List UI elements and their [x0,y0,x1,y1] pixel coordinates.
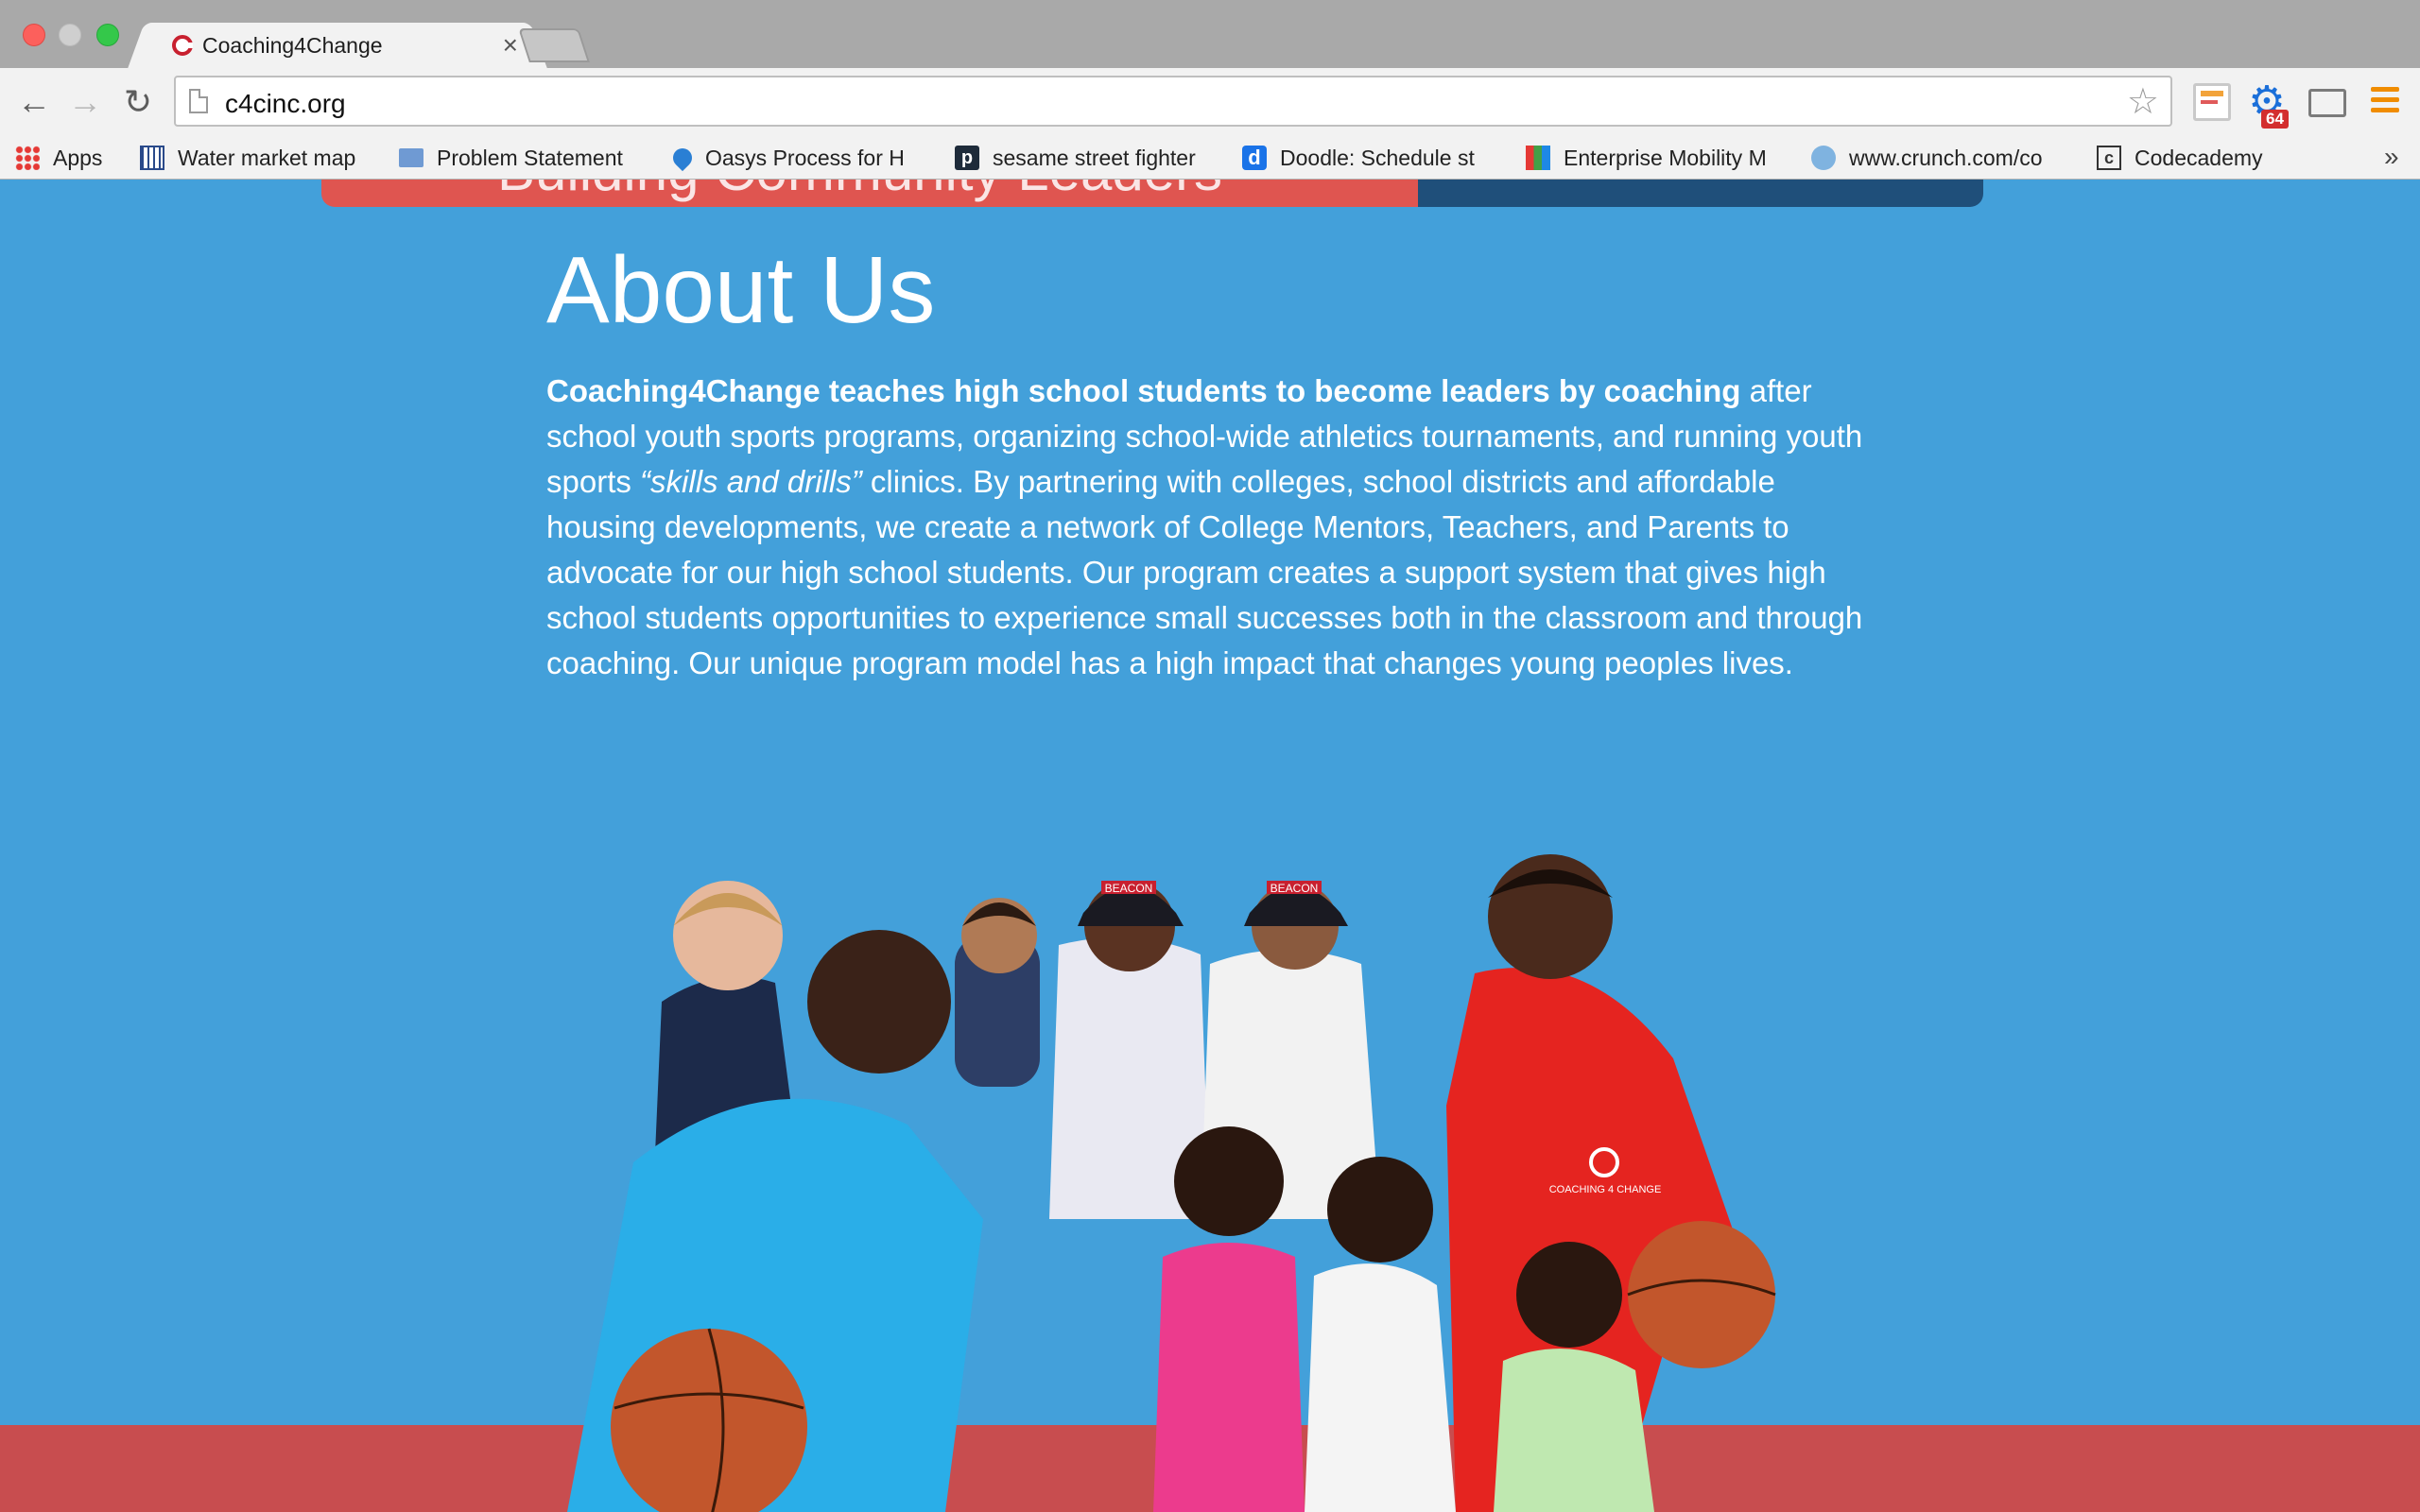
bookmark-doodle[interactable]: d Doodle: Schedule st [1242,136,1497,180]
doodle-icon: d [1242,146,1267,170]
tab-close-icon[interactable]: × [503,30,518,60]
bookmark-label: www.crunch.com/co [1849,145,2043,170]
about-italic-text: “skills and drills” [640,464,862,499]
tab-title: Coaching4Change [202,32,383,58]
cap-text: BEACON [1270,882,1319,895]
extension-notes-icon[interactable] [2193,83,2231,121]
team-huddle-photo: BEACON BEACON COACHING 4 CHANGE [548,822,1862,1512]
close-window-button[interactable] [23,24,45,46]
bookmark-label: Oasys Process for H [705,145,905,170]
cast-icon[interactable] [2308,89,2346,117]
bookmark-star-icon[interactable]: ☆ [2127,83,2159,121]
tab-strip: Coaching4Change × [0,0,2420,68]
grid-map-icon [140,146,164,170]
minimize-window-button[interactable] [59,24,81,46]
bookmark-label: Doodle: Schedule st [1280,145,1475,170]
menu-hamburger-icon[interactable] [2371,87,2399,118]
bookmark-water-market-map[interactable]: Water market map [140,136,355,180]
team-huddle-illustration: BEACON BEACON COACHING 4 CHANGE [567,854,1776,1512]
bookmark-oasys-process[interactable]: Oasys Process for H [673,136,928,180]
forward-arrow-icon[interactable]: → [64,81,106,123]
bookmark-label: Enterprise Mobility M [1564,145,1767,170]
bookmark-codecademy[interactable]: c Codecademy [2097,136,2263,180]
folder-icon [399,148,424,167]
page-icon [189,89,208,113]
bookmark-sesame-street-fighter[interactable]: p sesame street fighter [955,136,1212,180]
banner-heading: Building Community Leaders [497,180,1222,203]
bookmarks-bar: Apps Water market map Problem Statement … [0,136,2420,180]
shirt-logo-text: COACHING 4 CHANGE [1549,1184,1662,1195]
reload-icon[interactable]: ↻ [117,81,159,123]
basketball-right [1628,1221,1775,1368]
drop-icon [673,144,697,172]
back-arrow-icon[interactable]: ← [13,81,55,123]
page-viewport: Building Community Leaders About Us Coac… [0,180,2420,1512]
about-us-heading: About Us [546,237,936,343]
about-us-body: Coaching4Change teaches high school stud… [546,369,1889,686]
p-logo-icon: p [955,146,979,170]
new-tab-button[interactable] [518,28,590,62]
globe-icon [1811,146,1836,170]
banner-navy-panel [1418,180,1983,207]
zoom-window-button[interactable] [96,24,119,46]
browser-tab[interactable]: Coaching4Change × [153,23,522,68]
bookmark-enterprise-mobility[interactable]: Enterprise Mobility M [1526,136,1781,180]
codecademy-icon: c [2097,146,2121,170]
browser-toolbar: ← → ↻ c4cinc.org ☆ ⚙ 64 [0,68,2420,136]
bookmarks-overflow-icon[interactable]: » [2384,142,2399,172]
person-boy-top [955,898,1040,1087]
bookmark-label: Codecademy [2135,145,2263,170]
url-text[interactable]: c4cinc.org [225,89,346,119]
apps-grid-icon [15,146,40,170]
cap-text: BEACON [1105,882,1153,895]
hero-banner: Building Community Leaders [321,180,1983,207]
bookmark-crunch[interactable]: www.crunch.com/co [1811,136,2066,180]
bookmark-label: Problem Statement [437,145,623,170]
person-pink-shirt [1153,1126,1305,1512]
bookmark-apps[interactable]: Apps [15,136,102,180]
extension-badge: 64 [2261,110,2289,129]
address-bar[interactable]: c4cinc.org ☆ [174,76,2172,127]
bookmark-label: Water market map [178,145,356,170]
colorbar-icon [1526,146,1550,170]
site-favicon-icon [172,35,193,56]
about-lead-text: Coaching4Change teaches high school stud… [546,373,1741,408]
bookmark-label: Apps [53,145,103,170]
bookmark-problem-statement[interactable]: Problem Statement [399,136,623,180]
bookmark-label: sesame street fighter [993,145,1196,170]
